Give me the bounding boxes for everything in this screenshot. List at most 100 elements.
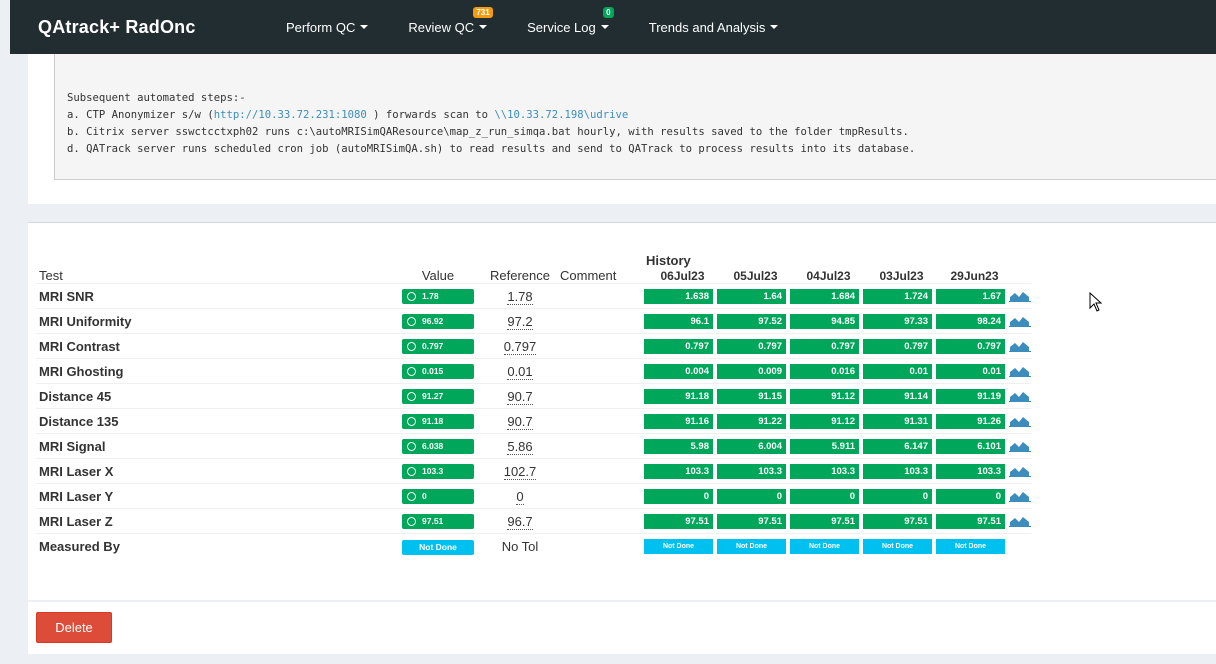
history-not-done-badge[interactable]: Not Done <box>863 538 932 554</box>
history-value-badge[interactable]: 0.009 <box>717 363 786 379</box>
history-value-badge[interactable]: 91.19 <box>936 388 1005 404</box>
history-value-badge[interactable]: 91.15 <box>717 388 786 404</box>
history-value-badge[interactable]: 6.101 <box>936 438 1005 454</box>
area-chart-icon[interactable] <box>1009 440 1031 452</box>
area-chart-icon[interactable] <box>1009 365 1031 377</box>
area-chart-icon[interactable] <box>1009 490 1031 502</box>
history-value-badge[interactable]: 0.797 <box>790 338 859 354</box>
history-value-badge[interactable]: 0 <box>863 488 932 504</box>
history-value-badge[interactable]: 0.01 <box>863 363 932 379</box>
reference-value[interactable]: 0 <box>516 488 524 505</box>
history-value-badge[interactable]: 0 <box>644 488 713 504</box>
area-chart-icon[interactable] <box>1009 390 1031 402</box>
test-value-badge[interactable]: 6.038 <box>402 438 474 454</box>
history-cell: Not Done Not Done Not Done Not Done Not Done <box>642 533 1031 559</box>
test-value-badge[interactable]: 0 <box>402 488 474 504</box>
area-chart-icon[interactable] <box>1009 515 1031 527</box>
history-value-badge[interactable]: 5.98 <box>644 438 713 454</box>
history-value-badge[interactable]: 0.016 <box>790 363 859 379</box>
table-row: Distance 135 91.18 90.7 91.16 91.22 91.12 91.3… <box>36 408 1031 434</box>
history-value-badge[interactable]: 1.684 <box>790 288 859 304</box>
nav-review-qc[interactable]: Review QC 731 <box>408 6 493 35</box>
history-not-done-badge[interactable]: Not Done <box>936 538 1005 554</box>
reference-value[interactable]: 97.2 <box>507 313 533 330</box>
history-value-badge[interactable]: 96.1 <box>644 313 713 329</box>
test-value-badge[interactable]: 96.92 <box>402 313 474 329</box>
history-value-badge[interactable]: 97.51 <box>717 513 786 529</box>
history-value-badge[interactable]: 91.22 <box>717 413 786 429</box>
history-value-badge[interactable]: 0.797 <box>717 338 786 354</box>
history-value-badge[interactable]: 1.64 <box>717 288 786 304</box>
test-name: MRI Signal <box>36 433 396 459</box>
history-value-badge[interactable]: 6.004 <box>717 438 786 454</box>
delete-button[interactable]: Delete <box>36 612 112 643</box>
reference-value[interactable]: 90.7 <box>507 388 533 405</box>
history-value-badge[interactable]: 103.3 <box>863 463 932 479</box>
reference-value[interactable]: 102.7 <box>503 463 537 480</box>
history-not-done-badge[interactable]: Not Done <box>717 538 786 554</box>
area-chart-icon[interactable] <box>1009 465 1031 477</box>
history-date-header: 06Jul23 <box>660 269 705 283</box>
history-value-badge[interactable]: 103.3 <box>936 463 1005 479</box>
history-value-badge[interactable]: 103.3 <box>644 463 713 479</box>
test-value-badge[interactable]: 1.78 <box>402 288 474 304</box>
history-value-badge[interactable]: 91.18 <box>644 388 713 404</box>
history-value-badge[interactable]: 0 <box>717 488 786 504</box>
test-value-badge[interactable]: 0.015 <box>402 363 474 379</box>
test-value-badge[interactable]: 103.3 <box>402 463 474 479</box>
history-value-badge[interactable]: 91.26 <box>936 413 1005 429</box>
area-chart-icon[interactable] <box>1009 415 1031 427</box>
history-value-badge[interactable]: 103.3 <box>717 463 786 479</box>
history-value-badge[interactable]: 0.01 <box>936 363 1005 379</box>
nav-perform-qc[interactable]: Perform QC <box>286 20 369 35</box>
nav-trends-analysis[interactable]: Trends and Analysis <box>649 20 779 35</box>
test-value-badge[interactable]: 0.797 <box>402 338 474 354</box>
history-value-badge[interactable]: 6.147 <box>863 438 932 454</box>
history-value-badge[interactable]: 0.797 <box>936 338 1005 354</box>
history-value-badge[interactable]: 97.51 <box>936 513 1005 529</box>
reference-value[interactable]: 90.7 <box>507 413 533 430</box>
area-chart-icon[interactable] <box>1009 315 1031 327</box>
reference-value[interactable]: 0.797 <box>503 338 537 355</box>
brand-logo[interactable]: QAtrack+ RadOnc <box>38 17 286 38</box>
anonymizer-link[interactable]: http://10.33.72.231:1080 <box>214 109 367 121</box>
history-value-badge[interactable]: 91.12 <box>790 388 859 404</box>
test-value-cell: 0 <box>396 483 480 509</box>
area-chart-icon[interactable] <box>1009 290 1031 302</box>
history-value-badge[interactable]: 0 <box>790 488 859 504</box>
no-tolerance-label: No Tol <box>501 538 539 554</box>
history-value-badge[interactable]: 94.85 <box>790 313 859 329</box>
history-value-badge[interactable]: 91.16 <box>644 413 713 429</box>
history-value-badge[interactable]: 1.724 <box>863 288 932 304</box>
test-value-badge[interactable]: 97.51 <box>402 513 474 529</box>
reference-value[interactable]: 0.01 <box>507 363 533 380</box>
not-done-badge[interactable]: Not Done <box>402 539 474 555</box>
history-value-badge[interactable]: 103.3 <box>790 463 859 479</box>
test-value-badge[interactable]: 91.27 <box>402 388 474 404</box>
area-chart-icon[interactable] <box>1009 340 1031 352</box>
history-value-badge[interactable]: 1.638 <box>644 288 713 304</box>
history-value-badge[interactable]: 0.797 <box>863 338 932 354</box>
history-not-done-badge[interactable]: Not Done <box>644 538 713 554</box>
history-not-done-badge[interactable]: Not Done <box>790 538 859 554</box>
reference-value[interactable]: 1.78 <box>507 288 533 305</box>
history-value-badge[interactable]: 0.797 <box>644 338 713 354</box>
history-value-badge[interactable]: 0 <box>936 488 1005 504</box>
udrive-link[interactable]: \\10.33.72.198\udrive <box>494 109 628 121</box>
history-value-badge[interactable]: 5.911 <box>790 438 859 454</box>
history-value-badge[interactable]: 97.51 <box>644 513 713 529</box>
history-value-badge[interactable]: 91.31 <box>863 413 932 429</box>
reference-value[interactable]: 96.7 <box>507 513 533 530</box>
history-value-badge[interactable]: 97.51 <box>790 513 859 529</box>
history-value-badge[interactable]: 91.14 <box>863 388 932 404</box>
history-value-badge[interactable]: 97.51 <box>863 513 932 529</box>
history-value-badge[interactable]: 1.67 <box>936 288 1005 304</box>
history-value-badge[interactable]: 98.24 <box>936 313 1005 329</box>
reference-value[interactable]: 5.86 <box>507 438 533 455</box>
history-value-badge[interactable]: 91.12 <box>790 413 859 429</box>
nav-service-log[interactable]: Service Log 0 <box>527 6 614 35</box>
test-value-badge[interactable]: 91.18 <box>402 413 474 429</box>
history-value-badge[interactable]: 0.004 <box>644 363 713 379</box>
history-value-badge[interactable]: 97.33 <box>863 313 932 329</box>
history-value-badge[interactable]: 97.52 <box>717 313 786 329</box>
